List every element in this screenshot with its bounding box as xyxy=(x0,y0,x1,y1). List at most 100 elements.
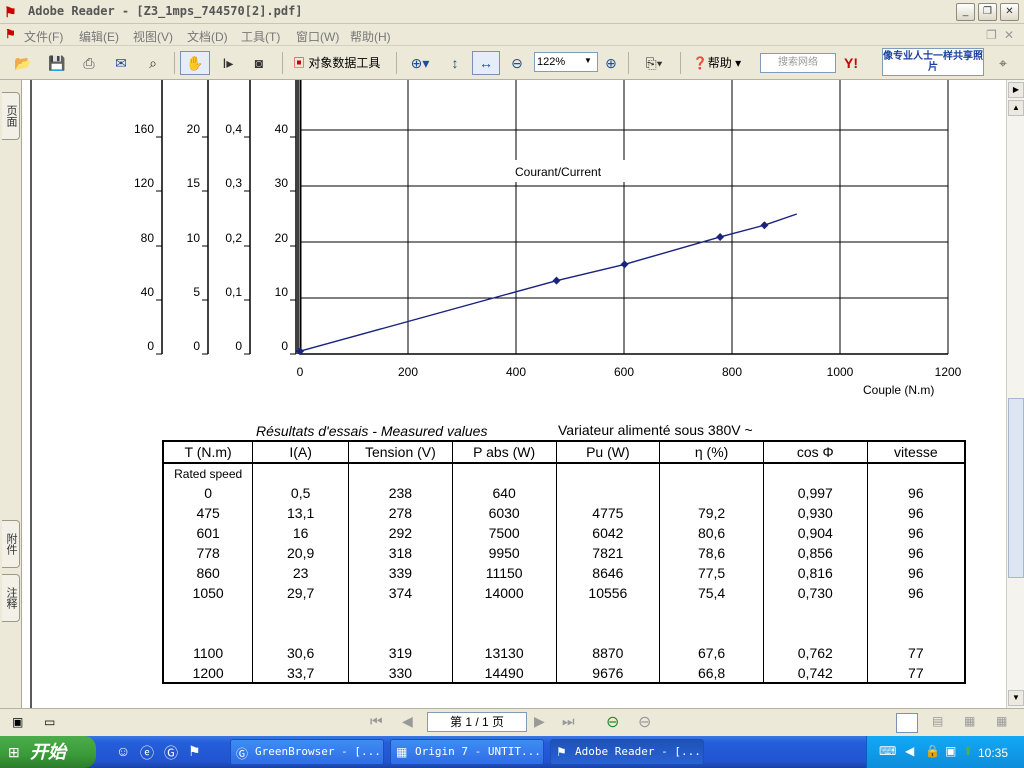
table-cell: 66,8 xyxy=(659,663,764,683)
page-layout-icon[interactable]: ▭ xyxy=(44,715,55,729)
table-cell: 78,6 xyxy=(659,543,764,563)
keyboard-icon[interactable]: ⌨ xyxy=(879,744,896,758)
table-cell xyxy=(659,463,764,483)
table-cell xyxy=(555,623,661,643)
table-cell: 14490 xyxy=(451,663,557,683)
first-page-icon[interactable]: ⏮ xyxy=(370,713,383,730)
acrobat-quick-icon[interactable]: ⚑ xyxy=(188,743,201,760)
vertical-scrollbar[interactable]: ▶ ▲ ▼ xyxy=(1006,80,1024,708)
table-cell: 29,7 xyxy=(252,583,349,603)
table-cell: 1100 xyxy=(162,643,254,663)
table-cell: 8870 xyxy=(555,643,661,663)
table-row xyxy=(162,623,966,643)
table-cell: 13,1 xyxy=(252,503,349,523)
table-row: Rated speed xyxy=(162,463,966,483)
x-axis: 0 200 400 600 800 1000 1200 xyxy=(297,365,962,379)
left-axis-tick-label: 20 xyxy=(187,122,201,136)
table-cell: 0,5 xyxy=(252,483,349,503)
table-cell: 292 xyxy=(348,523,453,543)
qq-icon[interactable]: ☺ xyxy=(116,743,130,759)
annotation-current: Courant/Current xyxy=(515,165,602,179)
column-header: I(A) xyxy=(252,440,349,464)
scroll-down-icon[interactable]: ▼ xyxy=(1008,690,1024,706)
results-table: T (N.m) I(A) Tension (V) P abs (W) Pu (W) η (… xyxy=(162,440,966,684)
table-cell: 319 xyxy=(348,643,453,663)
table-cell: 640 xyxy=(451,483,557,503)
adobe-icon: ⚑ xyxy=(556,745,567,759)
table-cell xyxy=(252,603,349,623)
table-cell: 96 xyxy=(866,583,966,603)
table-cell: 4775 xyxy=(555,503,661,523)
windows-logo-icon: ⊞ xyxy=(8,744,20,760)
tray-expand-icon[interactable]: ◀ xyxy=(905,744,914,758)
table-cell: 14000 xyxy=(451,583,557,603)
facing-icon[interactable]: ▦ xyxy=(964,714,975,728)
table-row: 0 0,5 238 640 0,997 96 xyxy=(162,483,966,503)
chart-grid xyxy=(297,80,949,355)
last-page-icon[interactable]: ⏭ xyxy=(562,713,575,730)
data-point xyxy=(760,221,769,230)
table-row: 601 16 292 7500 6042 80,6 0,904 96 xyxy=(162,523,966,543)
clock: 10:35 xyxy=(978,746,1009,760)
continuous-icon[interactable]: ▤ xyxy=(932,714,943,728)
scroll-up-icon[interactable]: ▲ xyxy=(1008,100,1024,116)
table-cell: 330 xyxy=(348,663,453,683)
continuous-facing-icon[interactable]: ▦ xyxy=(996,714,1007,728)
update-icon[interactable]: ⬆ xyxy=(963,744,973,758)
left-axis-tick-label: 0,3 xyxy=(225,176,242,190)
table-cell: 23 xyxy=(252,563,349,583)
x-tick-label: 0 xyxy=(297,365,304,379)
forward-icon[interactable]: ⊖ xyxy=(638,712,651,732)
x-tick-label: 200 xyxy=(398,365,418,379)
back-icon[interactable]: ⊖ xyxy=(606,712,619,732)
single-page-icon[interactable] xyxy=(896,713,918,733)
table-cell xyxy=(762,603,868,623)
task-adobe-reader[interactable]: Adobe Reader - [... xyxy=(550,739,704,765)
pages-panel-icon[interactable]: ▣ xyxy=(12,715,23,729)
table-cell xyxy=(162,623,254,643)
page-number-input[interactable]: 第 1 / 1 页 xyxy=(427,712,527,732)
greenbrowser-quick-icon[interactable]: Ⓖ xyxy=(164,743,178,763)
table-cell: 860 xyxy=(162,563,254,583)
left-axis-tick-label: 0,2 xyxy=(225,231,242,245)
table-cell xyxy=(762,623,868,643)
column-header: cos Φ xyxy=(762,440,868,464)
table-cell xyxy=(451,463,557,483)
table-cell: 475 xyxy=(162,503,254,523)
left-axis-tick-label: 5 xyxy=(193,285,200,299)
table-cell: 30,6 xyxy=(252,643,349,663)
start-label: 开始 xyxy=(30,742,66,762)
lock-icon[interactable]: 🔒 xyxy=(925,744,940,758)
table-row: 1050 29,7 374 14000 10556 75,4 0,730 96 xyxy=(162,583,966,603)
origin-icon: ▦ xyxy=(396,745,408,759)
previous-page-icon[interactable]: ◀ xyxy=(402,713,413,730)
column-header: η (%) xyxy=(659,440,764,464)
table-cell: 0,997 xyxy=(762,483,868,503)
next-page-icon[interactable]: ▶ xyxy=(534,713,545,730)
table-cell: 339 xyxy=(348,563,453,583)
table-cell: 80,6 xyxy=(659,523,764,543)
scrollbar-thumb[interactable] xyxy=(1008,398,1024,578)
task-origin[interactable]: Origin 7 - UNTIT... xyxy=(390,739,544,765)
ie-icon[interactable]: ⓔ xyxy=(140,743,154,763)
table-cell: 96 xyxy=(866,563,966,583)
table-header-row: T (N.m) I(A) Tension (V) P abs (W) Pu (W) η (… xyxy=(162,440,966,464)
column-header: P abs (W) xyxy=(451,440,557,464)
column-header: Tension (V) xyxy=(348,440,453,464)
task-greenbrowser[interactable]: GreenBrowser - [... xyxy=(230,739,384,765)
left-axis-tick-label: 10 xyxy=(187,231,201,245)
column-header: T (N.m) xyxy=(162,440,254,464)
network-icon[interactable]: ▣ xyxy=(945,744,956,758)
table-cell xyxy=(348,463,453,483)
table-row: 778 20,9 318 9950 7821 78,6 0,856 96 xyxy=(162,543,966,563)
table-cell: 1050 xyxy=(162,583,254,603)
table-cell: 13130 xyxy=(451,643,557,663)
table-row: 860 23 339 11150 8646 77,5 0,816 96 xyxy=(162,563,966,583)
next-page-arrow-icon[interactable]: ▶ xyxy=(1008,82,1024,98)
table-cell: 7821 xyxy=(555,543,661,563)
x-tick-label: 600 xyxy=(614,365,634,379)
left-axis-tick-label: 120 xyxy=(134,176,154,190)
table-cell xyxy=(866,603,966,623)
table-cell xyxy=(659,483,764,503)
greenbrowser-icon: Ⓖ xyxy=(236,747,249,761)
